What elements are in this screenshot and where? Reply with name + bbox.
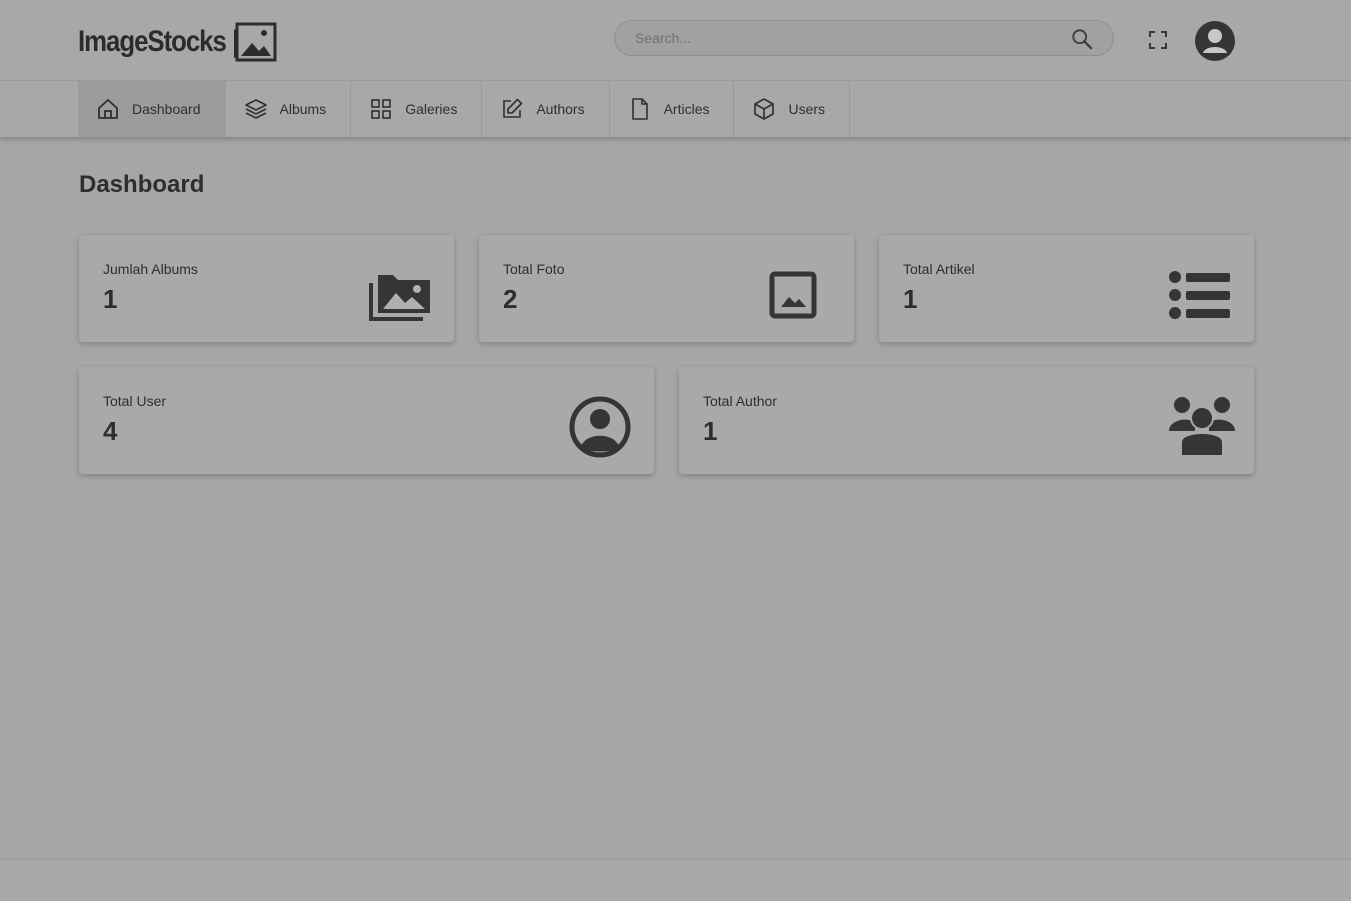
top-header: ImageStocks | bbox=[0, 0, 1351, 81]
stat-card-label: Total Artikel bbox=[903, 261, 975, 277]
user-circle-icon bbox=[569, 396, 631, 458]
nav-item-label: Albums bbox=[279, 101, 327, 117]
nav-item-label: Articles bbox=[663, 101, 710, 117]
stat-card-value: 1 bbox=[103, 284, 118, 314]
stat-card-user: Total User 4 bbox=[79, 367, 654, 474]
nav-item-albums[interactable]: Albums bbox=[226, 81, 352, 137]
stat-card-foto: Total Foto 2 bbox=[479, 235, 854, 342]
app-logo[interactable]: ImageStocks | bbox=[78, 22, 277, 62]
home-icon bbox=[98, 99, 118, 119]
stat-card-label: Total Author bbox=[703, 393, 777, 409]
search-input[interactable] bbox=[635, 21, 1055, 55]
nav-item-label: Galeries bbox=[405, 101, 458, 117]
stat-card-value: 2 bbox=[503, 284, 518, 314]
page-title: Dashboard bbox=[79, 171, 205, 198]
nav-item-galeries[interactable]: Galeries bbox=[351, 81, 483, 137]
nav-item-users[interactable]: Users bbox=[734, 81, 851, 137]
user-avatar-icon[interactable] bbox=[1194, 20, 1236, 62]
nav-item-label: Users bbox=[788, 101, 826, 117]
stat-card-artikel: Total Artikel 1 bbox=[879, 235, 1254, 342]
photo-albums-icon bbox=[369, 275, 430, 321]
stat-card-value: 1 bbox=[703, 416, 718, 446]
layers-icon bbox=[244, 99, 267, 119]
nav-item-dashboard[interactable]: Dashboard bbox=[78, 81, 226, 137]
nav-item-label: Dashboard bbox=[132, 101, 201, 117]
stat-card-label: Jumlah Albums bbox=[103, 261, 198, 277]
edit-icon bbox=[503, 98, 523, 118]
logo-image-icon bbox=[235, 22, 277, 62]
users-group-icon bbox=[1169, 397, 1235, 457]
image-icon bbox=[769, 271, 817, 319]
search-bar bbox=[614, 20, 1114, 56]
fullscreen-icon[interactable] bbox=[1147, 29, 1169, 51]
file-icon bbox=[631, 98, 648, 120]
box-icon bbox=[754, 98, 775, 120]
stat-card-albums: Jumlah Albums 1 bbox=[79, 235, 454, 342]
nav-item-articles[interactable]: Articles bbox=[610, 81, 735, 137]
grid-icon bbox=[371, 99, 391, 119]
stat-card-label: Total Foto bbox=[503, 261, 565, 277]
nav-item-label: Authors bbox=[536, 101, 585, 117]
nav-item-authors[interactable]: Authors bbox=[482, 81, 610, 137]
stat-card-value: 1 bbox=[903, 284, 918, 314]
main-nav: Dashboard Albums Galeries Authors Articl… bbox=[0, 81, 1351, 137]
page-footer bbox=[0, 859, 1351, 901]
stat-card-label: Total User bbox=[103, 393, 167, 409]
stat-card-author: Total Author 1 bbox=[679, 367, 1254, 474]
logo-text: ImageStocks | bbox=[78, 25, 239, 58]
list-icon bbox=[1169, 271, 1230, 319]
stat-card-value: 4 bbox=[103, 416, 118, 446]
search-icon[interactable] bbox=[1071, 28, 1093, 50]
